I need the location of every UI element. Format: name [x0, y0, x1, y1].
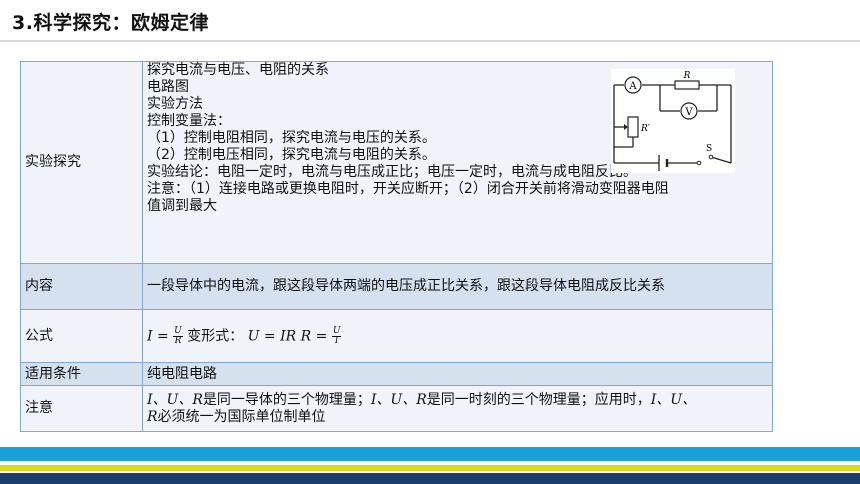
experiment-line: 控制变量法： [147, 113, 231, 129]
table-row-formula: 公式 I = UR 变形式： U = IR R = UI [20, 309, 773, 363]
switch-label: S [706, 144, 712, 154]
row-value-experiment: 探究电流与电压、电阻的关系 电路图 实验方法 控制变量法： （1）控制电阻相同，… [142, 61, 773, 264]
ohms-law-table: 实验探究 探究电流与电压、电阻的关系 电路图 实验方法 控制变量法： （1）控制… [20, 61, 773, 432]
formula-variant-2-fraction: UI [331, 325, 342, 346]
voltmeter-label: V [684, 107, 693, 118]
formula-variant-1: U = IR [247, 328, 297, 344]
footer-stripe-yellow [0, 465, 860, 471]
note-text: 必须统一为国际单位制单位 [157, 408, 326, 425]
experiment-line: 注意：（1）连接电路或更换电阻时，开关应断开；（2）闭合开关前将滑动变阻器电阻 [147, 181, 669, 197]
page-title: 3.科学探究：欧姆定律 [12, 12, 209, 34]
row-value-formula: I = UR 变形式： U = IR R = UI [142, 309, 773, 363]
experiment-line: 实验结论：电阻一定时，电流与电压成正比；电压一定时，电流与成电阻反比。 [147, 164, 637, 180]
experiment-lines: 探究电流与电压、电阻的关系 电路图 实验方法 控制变量法： （1）控制电阻相同，… [147, 62, 669, 215]
switch-contact-icon [696, 160, 702, 166]
note-text: 是同一时刻的三个物理量；应用时， [426, 391, 651, 408]
table-row-condition: 适用条件 纯电阻电路 [20, 362, 773, 386]
experiment-line: 探究电流与电压、电阻的关系 [147, 62, 329, 78]
formula-variant-label: 变形式： [187, 328, 244, 344]
fraction-numerator: U [331, 325, 342, 337]
experiment-line: 值调到最大 [147, 198, 217, 214]
table-row-note: 注意 I、U、R是同一导体的三个物理量；I、U、R是同一时刻的三个物理量；应用时… [20, 385, 773, 432]
note-vars: R [147, 408, 158, 425]
rheostat-icon [627, 116, 639, 138]
experiment-line: 电路图 [147, 79, 189, 95]
row-label-condition: 适用条件 [20, 362, 143, 386]
row-label-content: 内容 [20, 263, 143, 310]
ammeter-label: A [628, 81, 637, 92]
rheostat-label: R′ [640, 124, 650, 134]
formula-I: I [147, 328, 153, 344]
formula-eq: = [156, 328, 169, 344]
resistor-icon [674, 80, 700, 90]
row-value-note: I、U、R是同一导体的三个物理量；I、U、R是同一时刻的三个物理量；应用时，I、… [142, 385, 773, 432]
title-divider [0, 40, 860, 42]
table-row-content: 内容 一段导体中的电流，跟这段导体两端的电压成正比关系，跟这段导体电阻成反比关系 [20, 263, 773, 310]
formula-variant-2-R: R [300, 328, 312, 344]
circuit-diagram: A R V R′ S [611, 69, 735, 173]
experiment-line: （1）控制电阻相同，探究电流与电压的关系。 [147, 130, 436, 146]
note-text: 是同一导体的三个物理量； [202, 391, 371, 408]
table-row-experiment: 实验探究 探究电流与电压、电阻的关系 电路图 实验方法 控制变量法： （1）控制… [20, 61, 773, 264]
resistor-label: R [683, 71, 691, 81]
footer-band [0, 447, 860, 484]
experiment-line: （2）控制电压相同，探究电流与电阻的关系。 [147, 147, 436, 163]
note-vars: I、U、R [147, 391, 203, 408]
row-value-content: 一段导体中的电流，跟这段导体两端的电压成正比关系，跟这段导体电阻成反比关系 [142, 263, 773, 310]
fraction-denominator: R [174, 335, 182, 346]
row-value-condition: 纯电阻电路 [142, 362, 773, 386]
fraction-denominator: I [334, 335, 339, 346]
footer-stripe-blue [0, 447, 860, 461]
footer-stripe-gap [0, 461, 860, 465]
note-vars: I、U、 [650, 391, 697, 408]
row-label-note: 注意 [20, 385, 143, 432]
formula-fraction: UR [173, 325, 183, 346]
switch-contact-icon [708, 154, 714, 160]
row-label-formula: 公式 [20, 309, 143, 363]
note-vars: I、U、R [370, 391, 427, 408]
footer-stripe-navy [0, 473, 860, 484]
formula-variant-2-eq: = [315, 328, 328, 344]
experiment-line: 实验方法 [147, 96, 203, 112]
fraction-numerator: U [173, 325, 183, 337]
row-label-experiment: 实验探究 [20, 61, 143, 264]
